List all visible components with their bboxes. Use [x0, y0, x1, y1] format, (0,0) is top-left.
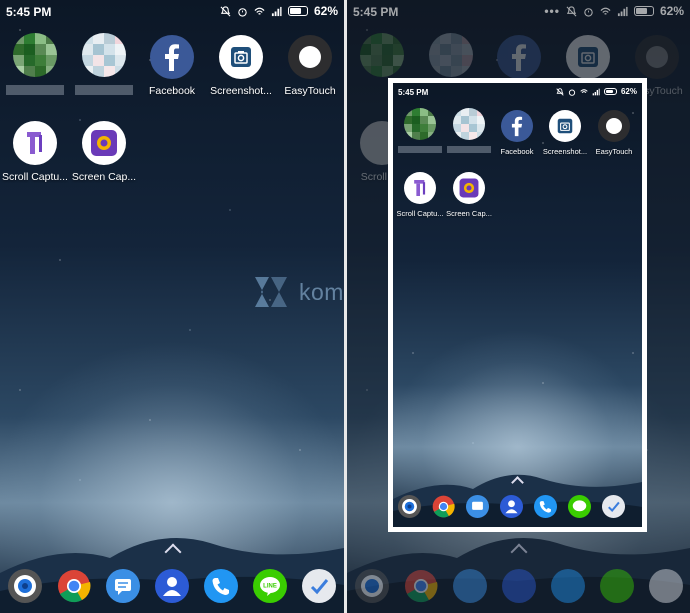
- status-time: 5:45 PM: [6, 5, 52, 19]
- phone-icon[interactable]: [204, 569, 238, 603]
- line-icon: [568, 495, 591, 518]
- app-facebook: Facebook: [491, 110, 543, 156]
- home-screen-right: 5:45 PM ••• 62% EasyTouch Scroll Ca 5:45…: [347, 0, 690, 613]
- svg-text:LINE: LINE: [263, 584, 277, 590]
- app-screenshot: Screenshot...: [539, 110, 591, 156]
- battery-icon: [287, 6, 308, 16]
- blurred-app-icon: [453, 108, 485, 140]
- watermark: kompiwin: [253, 275, 344, 309]
- messages-icon: [466, 495, 489, 518]
- app-blurred-2[interactable]: [69, 33, 139, 95]
- dock: [355, 569, 683, 603]
- app-label: Screen Cap...: [71, 171, 137, 183]
- status-time: 5:45 PM: [398, 88, 429, 97]
- app-label: EasyTouch: [595, 147, 633, 156]
- phone-icon: [534, 495, 557, 518]
- kompiwin-logo-icon: [255, 277, 287, 307]
- app-facebook[interactable]: Facebook: [137, 35, 207, 97]
- mute-bell-icon: [220, 5, 231, 16]
- contacts-icon: [502, 569, 536, 603]
- easytouch-icon: [288, 35, 332, 79]
- app-label: Facebook: [500, 147, 534, 156]
- chrome-icon: [432, 495, 455, 518]
- home-screen-left: 5:45 PM 62% Facebook Screenshot... EasyT…: [0, 0, 344, 613]
- chrome-icon[interactable]: [57, 569, 91, 603]
- wifi-icon: [580, 88, 588, 93]
- facebook-icon: [501, 110, 533, 142]
- line-icon[interactable]: LINE: [253, 569, 287, 603]
- status-bar: 5:45 PM 62%: [393, 83, 642, 101]
- app-screen-capture[interactable]: Screen Cap...: [69, 121, 139, 183]
- app-label: Scroll Captu...: [2, 171, 68, 183]
- app-label: EasyTouch: [284, 85, 336, 97]
- app-label: [6, 85, 64, 95]
- app-label: Screen Cap...: [446, 209, 492, 218]
- wifi-icon: [254, 7, 265, 15]
- camera-app-icon[interactable]: [8, 569, 42, 603]
- screen-capture-icon: [82, 121, 126, 165]
- messages-icon[interactable]: [106, 569, 140, 603]
- app-blurred-1: [394, 108, 446, 153]
- camera-app-icon: [398, 495, 421, 518]
- battery-percent: 62%: [313, 4, 338, 18]
- app-screen-capture: Screen Cap...: [443, 172, 495, 218]
- app-label: Screenshot...: [210, 85, 272, 97]
- messages-icon: [453, 569, 487, 603]
- easytouch-icon: [598, 110, 630, 142]
- app-label: Facebook: [148, 85, 196, 97]
- app-label: Screenshot...: [542, 147, 588, 156]
- signal-icon: [592, 88, 600, 95]
- app-screenshot[interactable]: Screenshot...: [206, 35, 276, 97]
- phone-icon: [551, 569, 585, 603]
- app-label: Scroll Captu...: [396, 209, 444, 218]
- battery-percent: 62%: [620, 87, 637, 96]
- blurred-app-icon: [404, 108, 436, 140]
- battery-icon: [603, 88, 617, 95]
- screenshot-comparison: 5:45 PM 62% Facebook Screenshot... EasyT…: [0, 0, 690, 613]
- dock: LINE: [8, 569, 336, 603]
- tasks-check-icon[interactable]: [302, 569, 336, 603]
- app-easytouch: EasyTouch: [588, 110, 640, 156]
- chrome-icon: [404, 569, 438, 603]
- facebook-icon: [150, 35, 194, 79]
- app-easytouch[interactable]: EasyTouch: [275, 35, 344, 97]
- tasks-check-icon: [649, 569, 683, 603]
- app-label: [398, 146, 442, 153]
- camera-icon: [219, 35, 263, 79]
- line-icon: [600, 569, 634, 603]
- camera-icon: [549, 110, 581, 142]
- app-scroll-capture: Scroll Captu...: [394, 172, 446, 218]
- app-blurred-2: [443, 108, 495, 153]
- alarm-icon: [568, 89, 576, 96]
- scroll-capture-icon: [404, 172, 436, 204]
- app-label: [447, 146, 491, 153]
- contacts-icon[interactable]: [155, 569, 189, 603]
- app-label: [75, 85, 133, 95]
- tasks-check-icon: [602, 495, 625, 518]
- dock: [398, 495, 625, 518]
- signal-icon: [271, 6, 282, 16]
- status-bar: 5:45 PM 62%: [0, 0, 344, 24]
- blurred-app-icon: [13, 33, 57, 77]
- camera-app-icon: [355, 569, 389, 603]
- mute-bell-icon: [556, 87, 564, 96]
- screenshot-preview[interactable]: 5:45 PM 62% Facebook Screenshot... EasyT…: [388, 78, 647, 532]
- alarm-icon: [238, 7, 247, 17]
- contacts-icon: [500, 495, 523, 518]
- app-blurred-1[interactable]: [0, 33, 70, 95]
- screen-capture-icon: [453, 172, 485, 204]
- blurred-app-icon: [82, 33, 126, 77]
- scroll-capture-icon: [13, 121, 57, 165]
- app-scroll-capture[interactable]: Scroll Captu...: [0, 121, 70, 183]
